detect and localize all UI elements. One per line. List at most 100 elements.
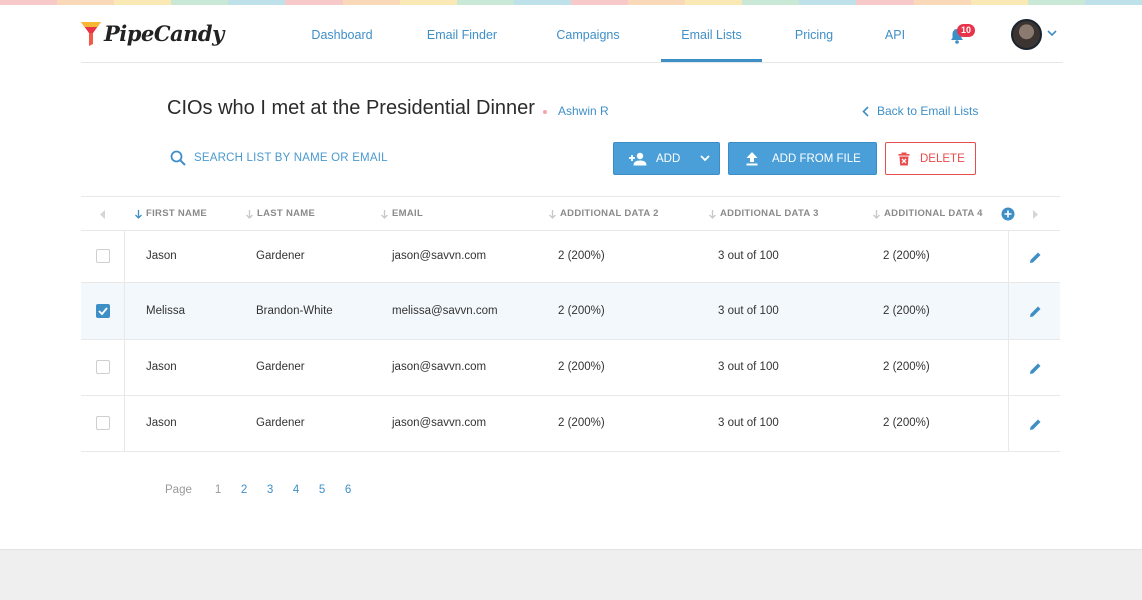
column-last-name[interactable]: LAST NAME xyxy=(246,197,315,231)
pencil-icon xyxy=(1030,252,1041,263)
back-to-email-lists-link[interactable]: Back to Email Lists xyxy=(862,104,978,118)
pencil-icon xyxy=(1030,306,1041,317)
column-additional-data-2[interactable]: ADDITIONAL DATA 2 xyxy=(549,197,659,231)
brand-name: PipeCandy xyxy=(104,21,224,46)
sort-icon xyxy=(246,209,253,219)
edit-column xyxy=(1008,396,1060,451)
additional-data-3-cell: 3 out of 100 xyxy=(718,304,779,317)
page-link-4[interactable]: 4 xyxy=(293,484,319,496)
last-name-cell: Gardener xyxy=(256,250,305,262)
checkbox-column xyxy=(81,340,125,395)
email-cell: jason@savvn.com xyxy=(392,250,487,262)
page-link-3[interactable]: 3 xyxy=(267,484,293,496)
brand-logo[interactable]: PipeCandy xyxy=(81,21,224,46)
scroll-right-icon[interactable] xyxy=(1032,210,1038,219)
pencil-icon xyxy=(1030,419,1041,430)
checkbox-column xyxy=(81,283,125,339)
chevron-down-icon[interactable] xyxy=(1047,30,1057,37)
row-checkbox[interactable] xyxy=(96,416,110,430)
page-title: CIOs who I met at the Presidential Dinne… xyxy=(167,97,535,119)
column-label: EMAIL xyxy=(392,208,424,219)
first-name-cell: Jason xyxy=(146,417,177,429)
column-first-name[interactable]: FIRST NAME xyxy=(135,197,207,231)
edit-row-button[interactable] xyxy=(1029,251,1042,264)
chevron-down-icon[interactable] xyxy=(700,155,710,162)
pagination-label: Page xyxy=(165,484,192,496)
separator-dot xyxy=(543,110,547,114)
email-cell: melissa@savvn.com xyxy=(392,304,498,317)
column-label: LAST NAME xyxy=(257,208,316,219)
first-name-cell: Jason xyxy=(146,361,177,373)
nav-email-finder[interactable]: Email Finder xyxy=(423,5,501,62)
list-owner-link[interactable]: Ashwin R xyxy=(558,104,609,118)
additional-data-4-cell: 2 (200%) xyxy=(883,417,930,429)
nav-pricing[interactable]: Pricing xyxy=(787,5,841,62)
add-column-icon[interactable] xyxy=(1001,207,1015,221)
column-label: ADDITIONAL DATA 4 xyxy=(884,208,983,219)
upload-icon xyxy=(746,152,758,166)
checkbox-column xyxy=(81,231,125,282)
column-label: ADDITIONAL DATA 2 xyxy=(560,208,659,219)
email-cell: jason@savvn.com xyxy=(392,361,487,373)
pencil-icon xyxy=(1030,363,1041,374)
sort-down-icon xyxy=(135,209,142,219)
search-bar xyxy=(170,150,444,166)
additional-data-4-cell: 2 (200%) xyxy=(883,250,930,262)
last-name-cell: Brandon-White xyxy=(256,304,333,317)
column-additional-data-3[interactable]: ADDITIONAL DATA 3 xyxy=(709,197,819,231)
first-name-cell: Melissa xyxy=(146,304,185,317)
search-icon xyxy=(170,150,186,166)
top-header: PipeCandy Dashboard Email Finder Campaig… xyxy=(81,5,1063,63)
trash-icon xyxy=(898,152,910,165)
first-name-cell: Jason xyxy=(146,250,177,262)
page-link-6[interactable]: 6 xyxy=(345,484,371,496)
add-from-file-label: ADD FROM FILE xyxy=(772,152,861,165)
delete-button[interactable]: DELETE xyxy=(885,142,976,175)
additional-data-3-cell: 3 out of 100 xyxy=(718,250,779,262)
additional-data-4-cell: 2 (200%) xyxy=(883,304,930,317)
add-button[interactable]: ADD xyxy=(613,142,720,175)
scroll-left-icon[interactable] xyxy=(100,210,106,219)
nav-email-lists[interactable]: Email Lists xyxy=(661,5,762,62)
sort-icon xyxy=(873,209,880,219)
table-row[interactable]: Jason Gardener jason@savvn.com 2 (200%) 3 ou… xyxy=(81,231,1060,283)
pagination: Page 1 2 3 4 5 6 xyxy=(165,484,371,496)
checkbox-column xyxy=(81,396,125,451)
table-row[interactable]: Jason Gardener jason@savvn.com 2 (200%) 3 ou… xyxy=(81,340,1060,396)
column-additional-data-4[interactable]: ADDITIONAL DATA 4 xyxy=(873,197,983,231)
column-label: ADDITIONAL DATA 3 xyxy=(720,208,819,219)
page-link-5[interactable]: 5 xyxy=(319,484,345,496)
add-from-file-button[interactable]: ADD FROM FILE xyxy=(728,142,877,175)
nav-campaigns[interactable]: Campaigns xyxy=(551,5,625,62)
checkmark-icon xyxy=(98,306,108,315)
additional-data-2-cell: 2 (200%) xyxy=(558,304,605,317)
table-row[interactable]: Melissa Brandon-White melissa@savvn.com 2 (… xyxy=(81,283,1060,340)
row-checkbox[interactable] xyxy=(96,249,110,263)
funnel-logo-icon xyxy=(81,21,101,46)
last-name-cell: Gardener xyxy=(256,417,305,429)
edit-row-button[interactable] xyxy=(1029,418,1042,431)
user-avatar[interactable] xyxy=(1011,19,1042,50)
nav-api[interactable]: API xyxy=(879,5,911,62)
email-list-table: FIRST NAME LAST NAME EMAIL ADDITIONAL DA… xyxy=(81,196,1060,452)
column-email[interactable]: EMAIL xyxy=(381,197,423,231)
email-cell: jason@savvn.com xyxy=(392,417,487,429)
edit-row-button[interactable] xyxy=(1029,362,1042,375)
additional-data-2-cell: 2 (200%) xyxy=(558,361,605,373)
notification-badge: 10 xyxy=(957,24,975,37)
sort-icon xyxy=(709,209,716,219)
page-link-1[interactable]: 1 xyxy=(215,484,241,496)
nav-dashboard[interactable]: Dashboard xyxy=(305,5,379,62)
sort-icon xyxy=(549,209,556,219)
add-person-icon xyxy=(629,152,647,165)
additional-data-2-cell: 2 (200%) xyxy=(558,417,605,429)
row-checkbox[interactable] xyxy=(96,360,110,374)
page-link-2[interactable]: 2 xyxy=(241,484,267,496)
edit-column xyxy=(1008,340,1060,395)
row-checkbox[interactable] xyxy=(96,303,110,318)
additional-data-3-cell: 3 out of 100 xyxy=(718,361,779,373)
search-input[interactable] xyxy=(194,152,444,164)
edit-row-button[interactable] xyxy=(1029,305,1042,318)
table-row[interactable]: Jason Gardener jason@savvn.com 2 (200%) 3 ou… xyxy=(81,396,1060,452)
sort-icon xyxy=(381,209,388,219)
